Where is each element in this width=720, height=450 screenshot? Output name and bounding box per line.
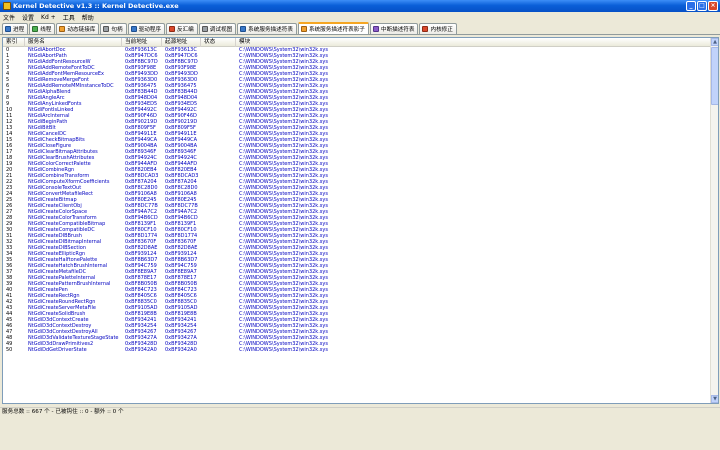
disasm-icon [168,26,175,32]
close-button[interactable]: × [708,1,718,11]
table-cell-module: C:\WINDOWS\System32\win32k.sys [239,347,328,353]
tab-thread[interactable]: 线程 [29,23,56,34]
table-cell: 50 [6,347,13,353]
tab-label: 系统服务描述符表影子 [308,27,365,33]
minimize-button[interactable]: _ [686,1,696,11]
tab-ssdt[interactable]: 系统服务描述符表 [237,23,297,34]
window-title: Kernel Detective v1.3 :: Kernel Detectiv… [13,2,179,10]
table-body: 0 NtGdiAbortDoc 0xBF93613C 0xBF93613C C:\WIN… [3,47,712,403]
scroll-up-arrow-icon[interactable]: ▲ [711,38,718,46]
maximize-button[interactable]: □ [697,1,707,11]
tab-handle[interactable]: 句柄 [100,23,127,34]
debug-view-icon [201,26,208,32]
tab-debug-view[interactable]: 调试视图 [198,23,237,34]
tab-ssdt-shadow[interactable]: 系统服务描述符表影子 [297,22,369,34]
tab-dll[interactable]: 动态链接库 [56,23,100,34]
app-icon [3,2,11,10]
menu-kd-plus[interactable]: Kd + [41,14,56,21]
ssdt-icon [240,26,247,32]
menu-tools[interactable]: 工具 [63,13,75,22]
ssdt-shadow-table: 索引 服务名 当前地址 起源地址 状态 模块 0 NtGdiAbortDoc 0xB… [2,37,719,404]
kernel-fix-icon [422,26,429,32]
column-header-status[interactable]: 状态 [201,38,236,47]
column-header-original-address[interactable]: 起源地址 [162,38,201,47]
table-header: 索引 服务名 当前地址 起源地址 状态 模块 [3,38,712,47]
tab-label: 中断描述符表 [380,27,415,33]
tab-label: 调试视图 [209,27,233,33]
thread-icon [32,26,39,32]
driver-icon [130,26,137,32]
ssdt-shadow-icon [300,26,307,32]
title-bar: Kernel Detective v1.3 :: Kernel Detectiv… [0,0,720,12]
table-cell-status [201,347,236,353]
tab-label: 动态链接库 [67,27,96,33]
table-cell: 0xBF9342A0 [125,347,157,353]
idt-icon [372,26,379,32]
tab-disasm[interactable]: 反汇编 [165,23,198,34]
menu-file[interactable]: 文件 [3,13,15,22]
tab-label: 线程 [40,27,52,33]
tab-label: 反汇编 [176,27,194,33]
column-header-module[interactable]: 模块 [236,38,712,47]
table-row[interactable]: 50 NtGdiDdGetDriverState 0xBF9342A0 0xBF934… [3,347,712,353]
menu-settings[interactable]: 设置 [22,13,34,22]
menu-help[interactable]: 帮助 [82,13,94,22]
tab-process[interactable]: 进程 [2,23,29,34]
tab-driver[interactable]: 驱动程序 [127,23,165,34]
tab-label: 进程 [13,27,25,33]
table-cell: NtGdiDdGetDriverState [28,347,87,353]
tab-label: 驱动程序 [138,27,161,33]
tab-idt[interactable]: 中断描述符表 [369,23,419,34]
column-header-index[interactable]: 索引 [3,38,25,47]
window-controls: _ □ × [686,1,718,11]
vertical-scrollbar[interactable]: ▲ ▼ [710,38,718,403]
tab-label: 句柄 [111,27,123,33]
tab-kernel-fix[interactable]: 内核修正 [419,23,457,34]
scrollbar-thumb[interactable] [711,47,718,105]
column-header-current-address[interactable]: 当前地址 [122,38,162,47]
status-bar: 服务总数 :: 667 个 - 已被钩住 :: 0 - 额外 :: 0 个 [0,407,720,416]
table-cell: 0xBF9342A0 [165,347,197,353]
scroll-down-arrow-icon[interactable]: ▼ [711,395,718,403]
dll-icon [59,26,66,32]
tab-label: 系统服务描述符表 [248,27,293,33]
tab-label: 内核修正 [430,27,453,33]
tab-bar: 进程 线程 动态链接库 句柄 驱动程序 反汇编 调试视图 系统服务描述符表 系统服务描述符表影子… [0,22,720,35]
handle-icon [103,26,110,32]
process-icon [5,26,11,32]
column-header-service-name[interactable]: 服务名 [25,38,122,47]
